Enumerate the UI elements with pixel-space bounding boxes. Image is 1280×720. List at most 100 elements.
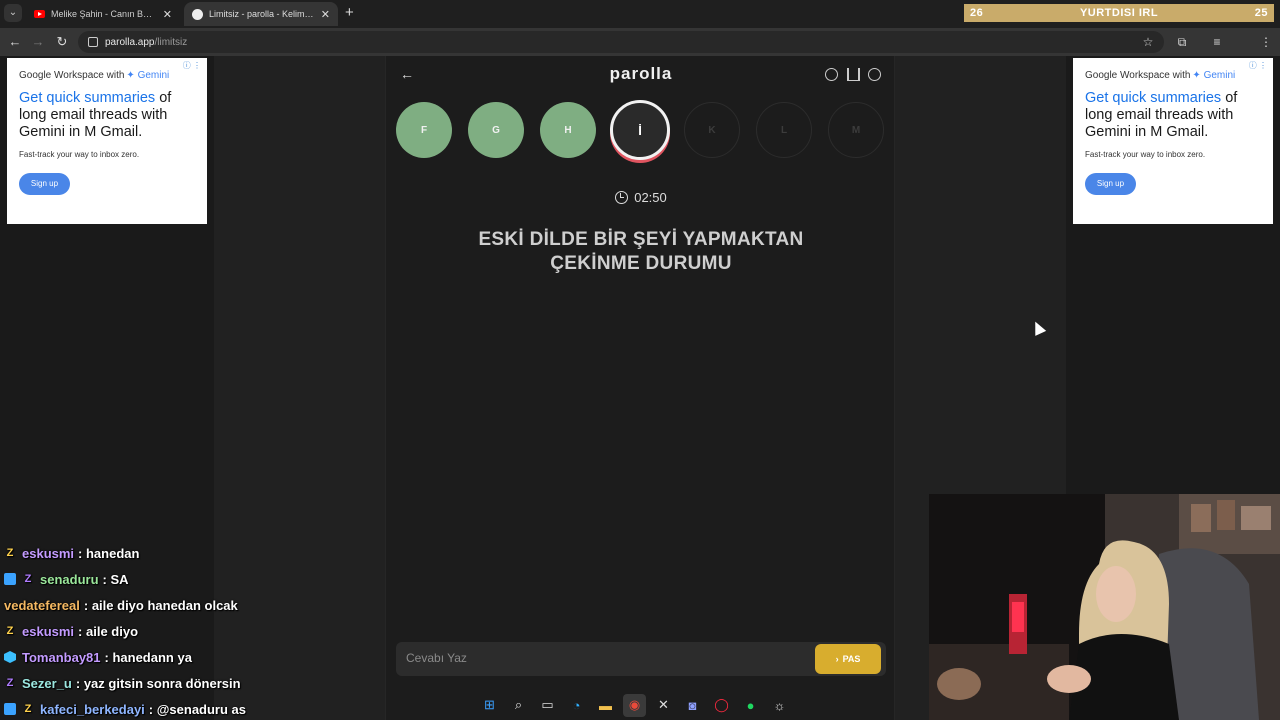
timer: 02:50 [386, 190, 896, 205]
browser-tab-strip: ⌄ Melike Şahin - Canın Beni Çekti ✕ Limi… [0, 0, 1280, 28]
edge-browser-icon[interactable]: ◔ [565, 694, 588, 717]
task-view-icon[interactable]: ▭ [536, 694, 559, 717]
ad-signup-button[interactable]: Sign up [1085, 173, 1136, 195]
url-domain: parolla.app [105, 36, 155, 48]
tab-title: Limitsiz - parolla - Kelime oyunu [209, 9, 315, 19]
youtube-icon [34, 10, 45, 18]
parolla-logo[interactable]: parolla [386, 64, 896, 84]
tab-close-icon[interactable]: ✕ [163, 8, 172, 21]
adchoices-icon[interactable]: ⓘ ⋮ [1249, 60, 1267, 71]
back-arrow-icon[interactable]: ← [7, 34, 23, 50]
question-text: ESKİ DİLDE BİR ŞEYİ YAPMAKTAN ÇEKİNME DU… [426, 228, 856, 276]
prime-badge-icon [4, 703, 16, 715]
letter-circle-k: K [684, 102, 740, 158]
chat-message: Z kafeci_berkedayi : @senaduru as [4, 696, 464, 720]
webcam-feed-image [929, 494, 1280, 720]
prime-badge-icon [4, 573, 16, 585]
site-info-icon[interactable] [88, 37, 98, 47]
chat-message: Z eskusmi : aile diyo [4, 618, 464, 644]
more-menu-icon[interactable]: ⋮ [1259, 35, 1273, 49]
ad-brand-text: Google Workspace with [1085, 70, 1191, 81]
ad-brand: Google Workspace with ✦ Gemini [1085, 70, 1261, 81]
address-bar[interactable]: parolla.app/limitsiz [78, 31, 1164, 53]
discord-icon[interactable]: ◙ [681, 694, 704, 717]
banner-title: YURTDISI IRL [1079, 7, 1159, 19]
ad-brand: Google Workspace with ✦ Gemini [19, 70, 195, 81]
chat-username: senaduru [40, 571, 99, 587]
tab-search-chevron-icon[interactable]: ⌄ [4, 4, 22, 22]
ad-right[interactable]: ⓘ ⋮ Google Workspace with ✦ Gemini Get q… [1073, 58, 1273, 224]
cube-badge-icon [4, 651, 16, 663]
reload-icon[interactable]: ↻ [54, 34, 70, 50]
letter-circle-i-current: İ [610, 100, 670, 160]
chat-message: Tomanbay81 : hanedann ya [4, 644, 464, 670]
chat-message: Z senaduru : SA [4, 566, 464, 592]
new-tab-button[interactable]: + [345, 5, 354, 21]
tab-parolla[interactable]: Limitsiz - parolla - Kelime oyunu ✕ [184, 2, 338, 26]
ad-brand-text: Google Workspace with [19, 70, 125, 81]
tab-close-icon[interactable]: ✕ [321, 8, 330, 21]
chat-message: Z eskusmi : hanedan [4, 540, 464, 566]
app-icon[interactable]: ☼ [768, 694, 791, 717]
tab-title: Melike Şahin - Canın Beni Çekti [51, 9, 157, 19]
adchoices-icon[interactable]: ⓘ ⋮ [183, 60, 201, 71]
taskbar-search-icon[interactable]: ⌕ [507, 694, 530, 717]
pass-label: PAS [842, 654, 861, 664]
ad-signup-button[interactable]: Sign up [19, 173, 70, 195]
letter-circle-m: M [828, 102, 884, 158]
bookmark-star-icon[interactable]: ☆ [1141, 35, 1155, 49]
banner-right-number: 25 [1254, 7, 1268, 19]
ad-headline-highlight: Get quick summaries [19, 90, 156, 106]
clock-icon [615, 191, 629, 204]
ad-left[interactable]: ⓘ ⋮ Google Workspace with ✦ Gemini Get q… [7, 58, 207, 224]
question-line-1: ESKİ DİLDE BİR ŞEYİ YAPMAKTAN [478, 229, 804, 250]
gemini-label: ✦ Gemini [1192, 70, 1236, 81]
subscriber-badge-icon: Z [24, 573, 32, 585]
site-favicon-icon [192, 8, 203, 20]
pass-button[interactable]: › PAS [815, 644, 881, 674]
windows-taskbar: ⊞ ⌕ ▭ ◔ ▬ ◉ ✕ ◙ ◯ ● ☼ [478, 692, 798, 718]
info-icon[interactable] [825, 68, 838, 81]
ad-headline: Get quick summaries of long email thread… [19, 90, 195, 141]
answer-input[interactable] [406, 651, 806, 665]
letter-circle-h: H [540, 102, 596, 158]
file-explorer-icon[interactable]: ▬ [594, 694, 617, 717]
gmail-label: M Gmail. [1150, 124, 1209, 140]
gemini-label: ✦ Gemini [126, 70, 170, 81]
ad-headline: Get quick summaries of long email thread… [1085, 90, 1261, 141]
windows-start-icon[interactable]: ⊞ [478, 694, 501, 717]
tab-youtube[interactable]: Melike Şahin - Canın Beni Çekti ✕ [26, 2, 180, 26]
chat-username: Sezer_u [22, 675, 72, 691]
chat-username: eskusmi [22, 545, 75, 561]
game-header: ← parolla [386, 56, 896, 94]
banner-left-number: 26 [970, 7, 984, 19]
webcam-overlay [929, 494, 1280, 720]
chat-message: Z Sezer_u : yaz gitsin sonra dönersin [4, 670, 464, 696]
chat-text: : aile diyo hanedan olcak [83, 597, 238, 613]
ad-subtext: Fast-track your way to inbox zero. [1085, 150, 1206, 159]
subscriber-badge-icon: Z [24, 703, 32, 715]
forward-arrow-icon[interactable]: → [30, 34, 46, 50]
chrome-browser-icon[interactable]: ◉ [623, 693, 646, 717]
gmail-label: M Gmail. [84, 124, 143, 140]
url-path: /limitsiz [154, 36, 188, 48]
answer-bar: › PAS [396, 642, 886, 676]
stats-chart-icon[interactable] [847, 68, 860, 81]
chat-username: Tomanbay81 [22, 649, 101, 665]
media-controls-icon[interactable]: ≡ [1210, 35, 1224, 49]
chat-username: vedatefereal [4, 597, 80, 613]
timer-value: 02:50 [634, 190, 667, 205]
chat-text: : SA [102, 571, 129, 587]
chat-text: : yaz gitsin sonra dönersin [75, 675, 241, 691]
chat-text: : @senaduru as [148, 701, 246, 717]
opera-gx-icon[interactable]: ◯ [710, 694, 733, 717]
account-icon[interactable] [868, 68, 881, 81]
chat-username: eskusmi [22, 623, 75, 639]
question-line-2: ÇEKİNME DURUMU [550, 253, 732, 274]
x-app-icon[interactable]: ✕ [652, 694, 675, 717]
letter-circle-f: F [396, 102, 452, 158]
subscriber-badge-icon: Z [6, 677, 14, 689]
extensions-icon[interactable]: ⧉ [1175, 35, 1189, 49]
spotify-icon[interactable]: ● [739, 694, 762, 717]
stream-banner: 26 YURTDISI IRL 25 [964, 4, 1274, 22]
